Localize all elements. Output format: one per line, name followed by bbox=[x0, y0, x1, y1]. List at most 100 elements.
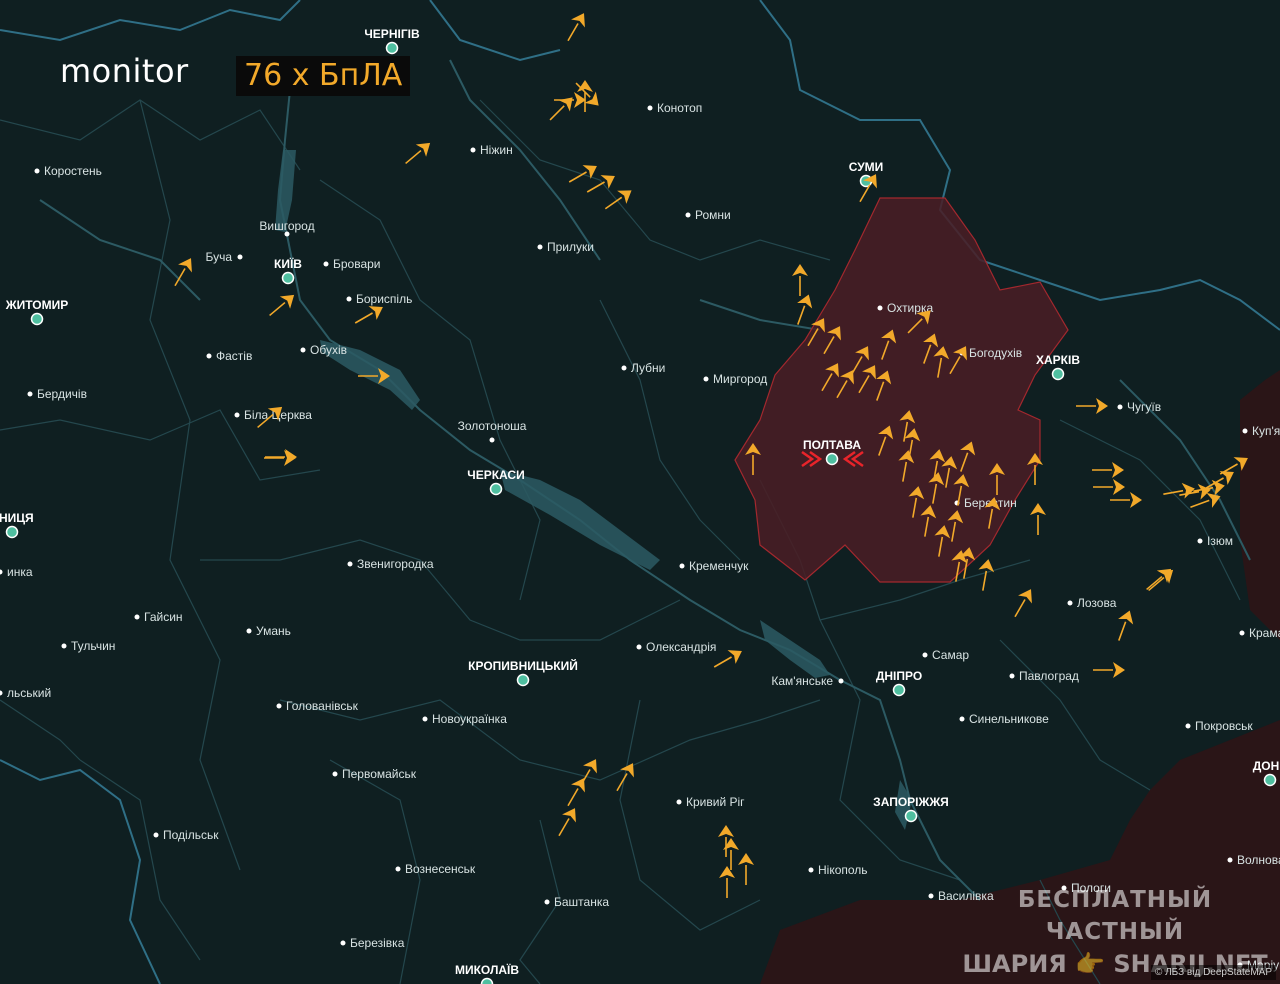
city-label: инка bbox=[7, 565, 33, 579]
watermark-line-1: БЕСПЛАТНЫЙ ЧАСТНЫЙ bbox=[1017, 887, 1213, 945]
city-dot-icon bbox=[636, 644, 642, 650]
city-label: ЧЕРНІГІВ bbox=[364, 27, 420, 41]
city-label: Буча bbox=[205, 250, 232, 264]
city-marker[interactable]: Бердичів bbox=[27, 387, 87, 401]
city-label: Звенигородка bbox=[357, 557, 434, 571]
city-dot-icon bbox=[34, 168, 40, 174]
city-dot-icon bbox=[61, 643, 67, 649]
city-dot-icon bbox=[1242, 428, 1248, 434]
city-label: Тульчин bbox=[71, 639, 115, 653]
city-dot-icon bbox=[5, 525, 19, 539]
city-label: Нікополь bbox=[818, 863, 868, 877]
city-marker[interactable]: Березівка bbox=[340, 936, 405, 950]
city-dot-icon bbox=[544, 899, 550, 905]
city-dot-icon bbox=[489, 482, 503, 496]
city-label: Фастів bbox=[216, 349, 252, 363]
city-marker[interactable]: Подільськ bbox=[153, 828, 220, 842]
city-dot-icon bbox=[1239, 630, 1245, 636]
city-marker[interactable]: Берестин bbox=[954, 496, 1017, 510]
city-marker[interactable]: Синельникове bbox=[959, 712, 1050, 726]
city-dot-icon bbox=[647, 105, 653, 111]
city-label: Крама bbox=[1249, 626, 1280, 640]
city-dot-icon bbox=[676, 799, 682, 805]
city-label: Олександрія bbox=[646, 640, 716, 654]
city-marker[interactable]: Вознесенськ bbox=[395, 862, 476, 876]
city-dot-icon bbox=[281, 271, 295, 285]
city-dot-icon bbox=[516, 673, 530, 687]
city-dot-icon bbox=[422, 716, 428, 722]
city-dot-icon bbox=[347, 561, 353, 567]
map-attribution[interactable]: © ЛБЗ від DeepStateMAP bbox=[1150, 965, 1276, 980]
city-dot-icon bbox=[621, 365, 627, 371]
city-dot-icon bbox=[30, 312, 44, 326]
city-label: Гайсин bbox=[144, 610, 183, 624]
city-label: Лубни bbox=[631, 361, 665, 375]
city-marker[interactable]: Звенигородка bbox=[347, 557, 434, 571]
city-label: Лозова bbox=[1077, 596, 1117, 610]
city-dot-icon bbox=[300, 347, 306, 353]
city-dot-icon bbox=[1227, 857, 1233, 863]
city-label: Волнова bbox=[1237, 853, 1280, 867]
map-canvas[interactable]: ЧЕРНІГІВ Конотоп Ніжин СУМИ Коростень Ромни Ви… bbox=[0, 0, 1280, 984]
city-marker[interactable]: Кам'янське bbox=[771, 674, 844, 688]
city-dot-icon bbox=[1197, 538, 1203, 544]
city-label: Подільськ bbox=[163, 828, 219, 842]
city-marker[interactable]: Покровськ bbox=[1185, 719, 1254, 733]
city-marker[interactable]: Олександрія bbox=[636, 640, 717, 654]
city-label: Новоукраїнка bbox=[432, 712, 507, 726]
city-marker[interactable]: Кривий Ріг bbox=[676, 795, 746, 809]
city-marker[interactable]: Бориспіль bbox=[346, 292, 413, 306]
city-label: Березівка bbox=[350, 936, 405, 950]
city-label: СУМИ bbox=[849, 160, 884, 174]
city-marker[interactable]: Баштанка bbox=[544, 895, 610, 909]
city-label: Кривий Ріг bbox=[686, 795, 745, 809]
city-dot-icon bbox=[323, 261, 329, 267]
city-dot-icon bbox=[892, 683, 906, 697]
city-dot-icon bbox=[685, 212, 691, 218]
city-label: Коростень bbox=[44, 164, 102, 178]
city-marker[interactable]: Бровари bbox=[323, 257, 381, 271]
city-marker[interactable]: Нікополь bbox=[808, 863, 868, 877]
city-label: Баштанка bbox=[554, 895, 609, 909]
city-label: Бердичів bbox=[37, 387, 87, 401]
city-dot-icon bbox=[332, 771, 338, 777]
city-label: Вишгород bbox=[259, 219, 314, 233]
city-dot-icon bbox=[134, 614, 140, 620]
city-marker[interactable]: Богодухів bbox=[959, 346, 1023, 360]
city-dot-icon bbox=[276, 703, 282, 709]
city-dot-icon bbox=[346, 296, 352, 302]
city-marker[interactable]: Миргород bbox=[703, 372, 768, 386]
city-label: ЧЕРКАСИ bbox=[467, 468, 524, 482]
city-dot-icon bbox=[1009, 673, 1015, 679]
city-label: Прилуки bbox=[547, 240, 594, 254]
city-label: ЗАПОРІЖЖЯ bbox=[873, 795, 949, 809]
city-label: Обухів bbox=[310, 343, 347, 357]
city-label: ННИЦЯ bbox=[0, 511, 34, 525]
city-dot-icon bbox=[234, 412, 240, 418]
city-dot-icon bbox=[838, 678, 844, 684]
city-label: Голованівськ bbox=[286, 699, 359, 713]
city-dot-icon bbox=[679, 563, 685, 569]
city-dot-icon bbox=[904, 809, 918, 823]
city-dot-icon bbox=[703, 376, 709, 382]
city-dot-icon bbox=[470, 147, 476, 153]
city-marker[interactable]: льський bbox=[0, 686, 51, 700]
city-marker[interactable]: Новоукраїнка bbox=[422, 712, 508, 726]
city-dot-icon bbox=[385, 41, 399, 55]
city-marker[interactable]: Голованівськ bbox=[276, 699, 359, 713]
city-dot-icon bbox=[237, 254, 243, 260]
city-marker[interactable]: Кременчук bbox=[679, 559, 750, 573]
city-marker[interactable]: Коростень bbox=[34, 164, 102, 178]
city-label: Ромни bbox=[695, 208, 731, 222]
city-dot-icon bbox=[1051, 367, 1065, 381]
city-dot-icon bbox=[922, 652, 928, 658]
city-label: Конотоп bbox=[657, 101, 702, 115]
brand-logo: monitor bbox=[60, 52, 189, 90]
city-dot-icon bbox=[808, 867, 814, 873]
city-marker[interactable]: Павлоград bbox=[1009, 669, 1079, 683]
city-marker[interactable]: Первомайськ bbox=[332, 767, 417, 781]
city-label: Умань bbox=[256, 624, 291, 638]
city-label: КИЇВ bbox=[274, 256, 302, 271]
city-label: Ізюм bbox=[1207, 534, 1233, 548]
city-label: Куп'я bbox=[1252, 424, 1280, 438]
